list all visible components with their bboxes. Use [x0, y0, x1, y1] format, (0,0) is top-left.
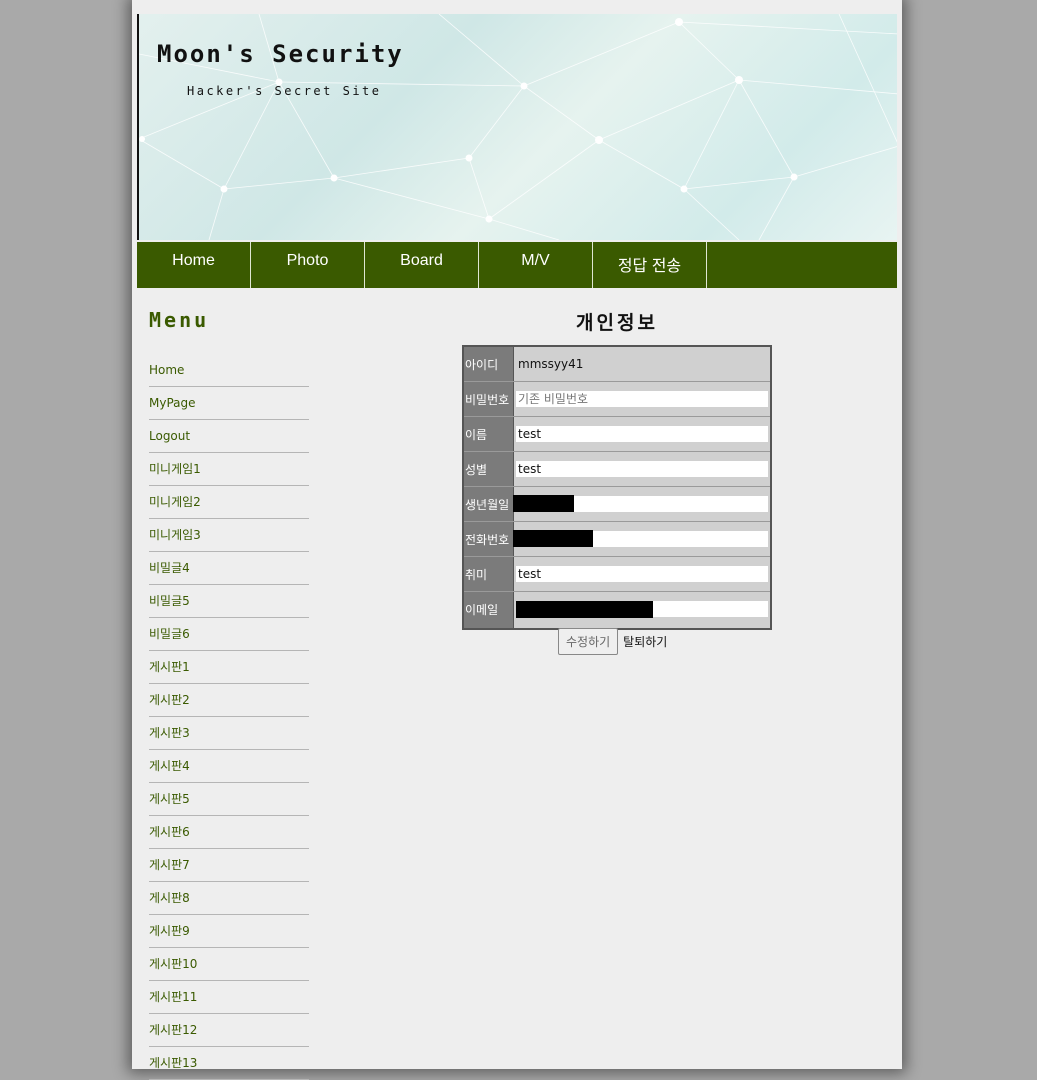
password-label: 비밀번호	[464, 382, 514, 416]
form-row-name: 이름 test	[464, 417, 770, 452]
sidebar-item-mypage[interactable]: MyPage	[149, 387, 309, 420]
withdraw-link[interactable]: 탈퇴하기	[623, 633, 667, 650]
edit-button[interactable]: 수정하기	[558, 628, 619, 655]
page-container: Moon's Security Hacker's Secret Site Hom…	[132, 0, 902, 1080]
sidebar-item-board2[interactable]: 게시판2	[149, 684, 309, 717]
sidebar-item-logout[interactable]: Logout	[149, 420, 309, 453]
nav-photo[interactable]: Photo	[251, 242, 365, 288]
nav-submit-answer[interactable]: 정답 전송	[593, 242, 707, 288]
name-field[interactable]: test	[516, 426, 768, 442]
form-row-email: 이메일	[464, 592, 770, 628]
sidebar-item-board4[interactable]: 게시판4	[149, 750, 309, 783]
id-field: mmssyy41	[516, 356, 768, 372]
gender-label: 성별	[464, 452, 514, 486]
sidebar-item-board5[interactable]: 게시판5	[149, 783, 309, 816]
site-header-banner: Moon's Security Hacker's Secret Site	[137, 14, 897, 240]
form-row-hobby: 취미 test	[464, 557, 770, 592]
birthdate-redaction	[513, 495, 574, 512]
form-row-password: 비밀번호 기존 비밀번호	[464, 382, 770, 417]
nav-mv[interactable]: M/V	[479, 242, 593, 288]
phone-label: 전화번호	[464, 522, 514, 556]
sidebar-item-board9[interactable]: 게시판9	[149, 915, 309, 948]
sidebar-item-board13[interactable]: 게시판13	[149, 1047, 309, 1080]
site-subtitle: Hacker's Secret Site	[187, 84, 382, 98]
sidebar-item-board6[interactable]: 게시판6	[149, 816, 309, 849]
hobby-field[interactable]: test	[516, 566, 768, 582]
id-label: 아이디	[464, 347, 514, 381]
sidebar-item-minigame2[interactable]: 미니게임2	[149, 486, 309, 519]
nav-home[interactable]: Home	[137, 242, 251, 288]
sidebar-item-board3[interactable]: 게시판3	[149, 717, 309, 750]
form-actions: 수정하기 탈퇴하기	[558, 628, 667, 655]
form-row-id: 아이디 mmssyy41	[464, 347, 770, 382]
gender-field[interactable]: test	[516, 461, 768, 477]
sidebar-item-minigame3[interactable]: 미니게임3	[149, 519, 309, 552]
sidebar-menu: Home MyPage Logout 미니게임1 미니게임2 미니게임3 비밀글…	[149, 354, 309, 1080]
email-redaction	[516, 601, 653, 618]
sidebar-item-board11[interactable]: 게시판11	[149, 981, 309, 1014]
main-navigation: Home Photo Board M/V 정답 전송	[137, 242, 897, 288]
profile-form: 아이디 mmssyy41 비밀번호 기존 비밀번호 이름 test 성별 tes…	[462, 345, 772, 630]
site-title: Moon's Security	[157, 40, 404, 68]
form-row-birthdate: 생년월일	[464, 487, 770, 522]
phone-redaction	[513, 530, 593, 547]
form-row-gender: 성별 test	[464, 452, 770, 487]
sidebar-item-secret5[interactable]: 비밀글5	[149, 585, 309, 618]
sidebar-item-board7[interactable]: 게시판7	[149, 849, 309, 882]
sidebar-item-board10[interactable]: 게시판10	[149, 948, 309, 981]
sidebar-item-minigame1[interactable]: 미니게임1	[149, 453, 309, 486]
sidebar-item-board8[interactable]: 게시판8	[149, 882, 309, 915]
sidebar-item-secret4[interactable]: 비밀글4	[149, 552, 309, 585]
nav-board[interactable]: Board	[365, 242, 479, 288]
email-label: 이메일	[464, 592, 514, 628]
sidebar: Menu Home MyPage Logout 미니게임1 미니게임2 미니게임…	[149, 308, 309, 1080]
birthdate-label: 생년월일	[464, 487, 514, 521]
sidebar-item-home[interactable]: Home	[149, 354, 309, 387]
form-row-phone: 전화번호	[464, 522, 770, 557]
sidebar-item-board12[interactable]: 게시판12	[149, 1014, 309, 1047]
name-label: 이름	[464, 417, 514, 451]
sidebar-item-board1[interactable]: 게시판1	[149, 651, 309, 684]
page-title: 개인정보	[576, 312, 658, 334]
hobby-label: 취미	[464, 557, 514, 591]
sidebar-item-secret6[interactable]: 비밀글6	[149, 618, 309, 651]
sidebar-title: Menu	[149, 308, 210, 332]
password-field[interactable]: 기존 비밀번호	[516, 391, 768, 407]
